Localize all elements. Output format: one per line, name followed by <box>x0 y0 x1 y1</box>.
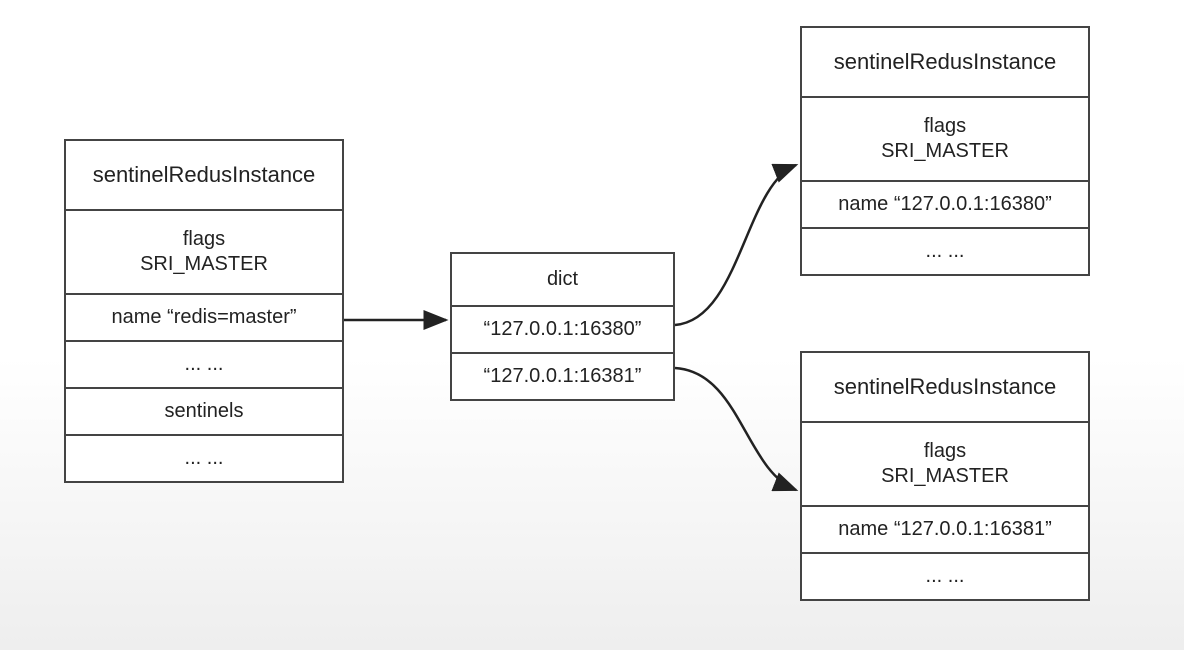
flags-value: SRI_MASTER <box>140 253 268 275</box>
arrow-dict-to-bottom <box>675 368 796 490</box>
right-bottom-ellipsis: ... ... <box>802 554 1088 599</box>
right-bottom-instance-box: sentinelRedusInstance flags SRI_MASTER n… <box>800 351 1090 601</box>
flags-label: flags <box>183 228 225 250</box>
flags-label: flags <box>924 115 966 137</box>
right-top-title: sentinelRedusInstance <box>802 28 1088 98</box>
dict-box: dict “127.0.0.1:16380” “127.0.0.1:16381” <box>450 252 675 401</box>
left-name-row: name “redis=master” <box>66 295 342 342</box>
right-bottom-flags-row: flags SRI_MASTER <box>802 423 1088 507</box>
dict-item-0: “127.0.0.1:16380” <box>452 307 673 354</box>
left-sentinels-row: sentinels <box>66 389 342 436</box>
flags-value: SRI_MASTER <box>881 140 1009 162</box>
right-top-name-row: name “127.0.0.1:16380” <box>802 182 1088 229</box>
right-top-flags-row: flags SRI_MASTER <box>802 98 1088 182</box>
dict-item-1: “127.0.0.1:16381” <box>452 354 673 399</box>
right-top-instance-box: sentinelRedusInstance flags SRI_MASTER n… <box>800 26 1090 276</box>
dict-title: dict <box>452 254 673 307</box>
flags-label: flags <box>924 440 966 462</box>
arrow-dict-to-top <box>675 165 796 325</box>
right-bottom-name-row: name “127.0.0.1:16381” <box>802 507 1088 554</box>
left-instance-box: sentinelRedusInstance flags SRI_MASTER n… <box>64 139 344 483</box>
flags-value: SRI_MASTER <box>881 465 1009 487</box>
left-ellipsis-2: ... ... <box>66 436 342 481</box>
left-flags-row: flags SRI_MASTER <box>66 211 342 295</box>
right-bottom-title: sentinelRedusInstance <box>802 353 1088 423</box>
left-title: sentinelRedusInstance <box>66 141 342 211</box>
right-top-ellipsis: ... ... <box>802 229 1088 274</box>
left-ellipsis-1: ... ... <box>66 342 342 389</box>
